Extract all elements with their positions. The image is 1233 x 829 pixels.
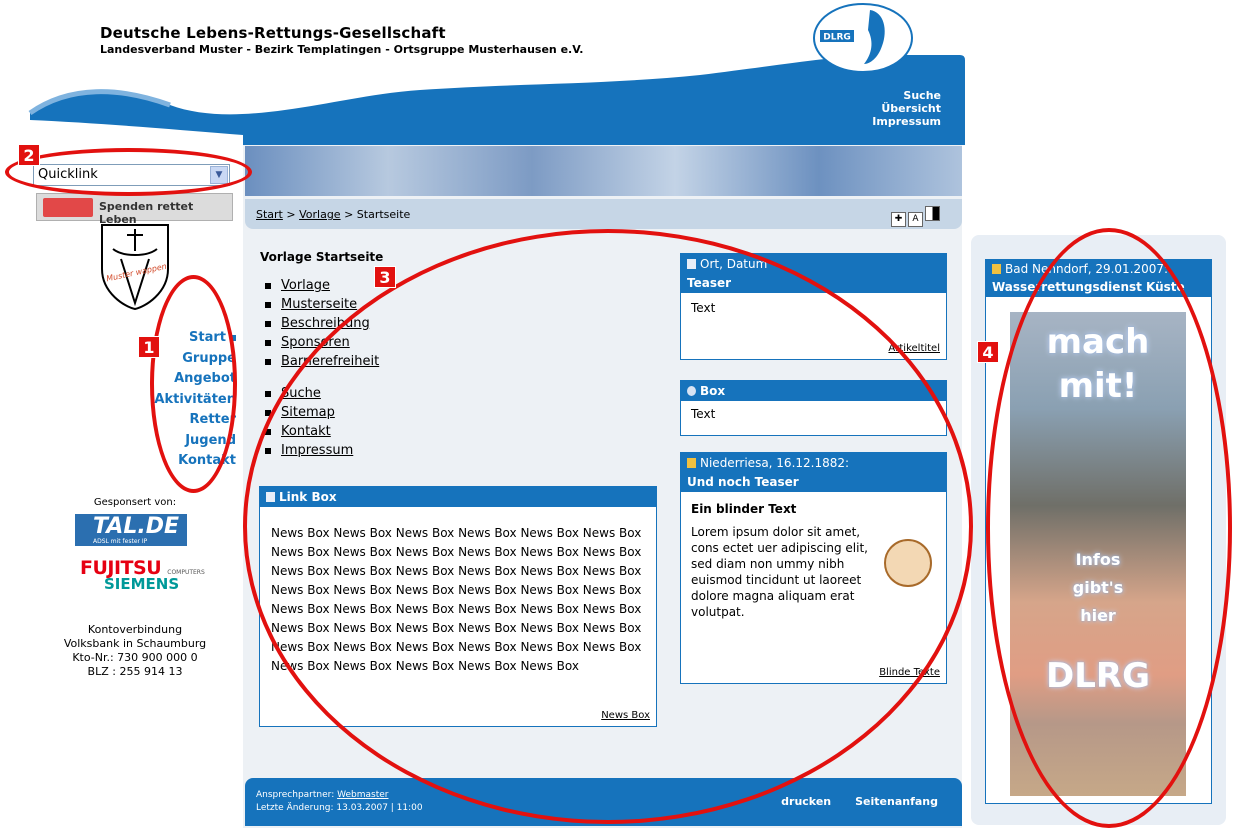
annotation-marker-1: 1 — [138, 336, 160, 358]
sponsor-label: Gesponsert von: — [93, 497, 177, 508]
sponsor-siemens-logo[interactable]: SIEMENS — [104, 575, 179, 593]
konto-line: Kto-Nr.: 730 900 000 0 — [72, 651, 198, 664]
crest-image: Muster wappen — [101, 224, 169, 311]
menu-item-vorlage[interactable]: Vorlage — [265, 276, 379, 295]
annotation-ring-4 — [986, 228, 1232, 828]
annotation-ring-1 — [150, 275, 237, 493]
menu-item-label: Musterseite — [281, 297, 358, 312]
bullet-icon — [265, 320, 271, 327]
donation-icon — [43, 198, 93, 217]
font-size-icon[interactable]: A — [908, 212, 923, 227]
annotation-marker-3: 3 — [374, 266, 396, 288]
annotation-ring-2 — [5, 148, 252, 196]
footer-info: Ansprechpartner: Webmaster Letzte Änderu… — [256, 789, 423, 815]
top-links: Suche Übersicht Impressum — [872, 89, 941, 128]
logo-text: DLRG — [823, 33, 851, 43]
sponsor-talde-logo[interactable]: TAL.DE ADSL mit fester IP — [75, 514, 187, 546]
breadcrumb-vorlage[interactable]: Vorlage — [299, 208, 340, 221]
annotation-marker-2: 2 — [18, 144, 40, 166]
breadcrumb-sep: > — [282, 208, 300, 221]
dlrg-logo[interactable]: DLRG — [812, 2, 914, 74]
org-name: Deutsche Lebens-Rettungs-Gesellschaft — [100, 24, 446, 42]
bullet-icon — [265, 390, 271, 397]
breadcrumb-current: Startseite — [356, 208, 411, 221]
bullet-icon — [265, 282, 271, 289]
english-flag-icon[interactable]: ✚ — [891, 212, 906, 227]
spenden-button[interactable]: Spenden rettet Leben — [36, 193, 233, 226]
talde-text: TAL.DE — [93, 514, 179, 539]
menu-item-label: Vorlage — [281, 278, 331, 293]
konto-line: Kontoverbindung — [87, 623, 183, 636]
footer-actions: drucken Seitenanfang — [757, 795, 938, 808]
breadcrumb-start[interactable]: Start — [256, 208, 283, 221]
breadcrumb-sep: > — [340, 208, 357, 221]
bank-details: Kontoverbindung Volksbank in Schaumburg … — [45, 623, 225, 679]
bullet-icon — [265, 339, 271, 346]
contrast-icon[interactable] — [925, 206, 940, 221]
top-link-uebersicht[interactable]: Übersicht — [872, 102, 941, 115]
top-of-page-link[interactable]: Seitenanfang — [855, 795, 938, 808]
folder-icon — [992, 264, 1001, 274]
footer-contact-label: Ansprechpartner: — [256, 790, 335, 800]
header-banner-image — [245, 146, 962, 196]
print-link[interactable]: drucken — [781, 795, 831, 808]
webmaster-link[interactable]: Webmaster — [337, 790, 388, 800]
annotation-ring-3 — [243, 229, 973, 824]
bullet-icon — [265, 358, 271, 365]
bullet-icon — [265, 301, 271, 308]
breadcrumb: Start > Vorlage > Startseite — [256, 208, 410, 221]
top-link-impressum[interactable]: Impressum — [872, 115, 941, 128]
konto-line: BLZ : 255 914 13 — [87, 665, 183, 678]
talde-sub: ADSL mit fester IP — [93, 538, 148, 545]
accessibility-icons: ✚ A — [889, 206, 940, 227]
page-title: Vorlage Startseite — [260, 250, 384, 264]
footer-changed: Letzte Änderung: 13.03.2007 | 11:00 — [256, 803, 423, 813]
konto-line: Volksbank in Schaumburg — [63, 637, 207, 650]
annotation-marker-4: 4 — [977, 341, 999, 363]
top-link-suche[interactable]: Suche — [872, 89, 941, 102]
